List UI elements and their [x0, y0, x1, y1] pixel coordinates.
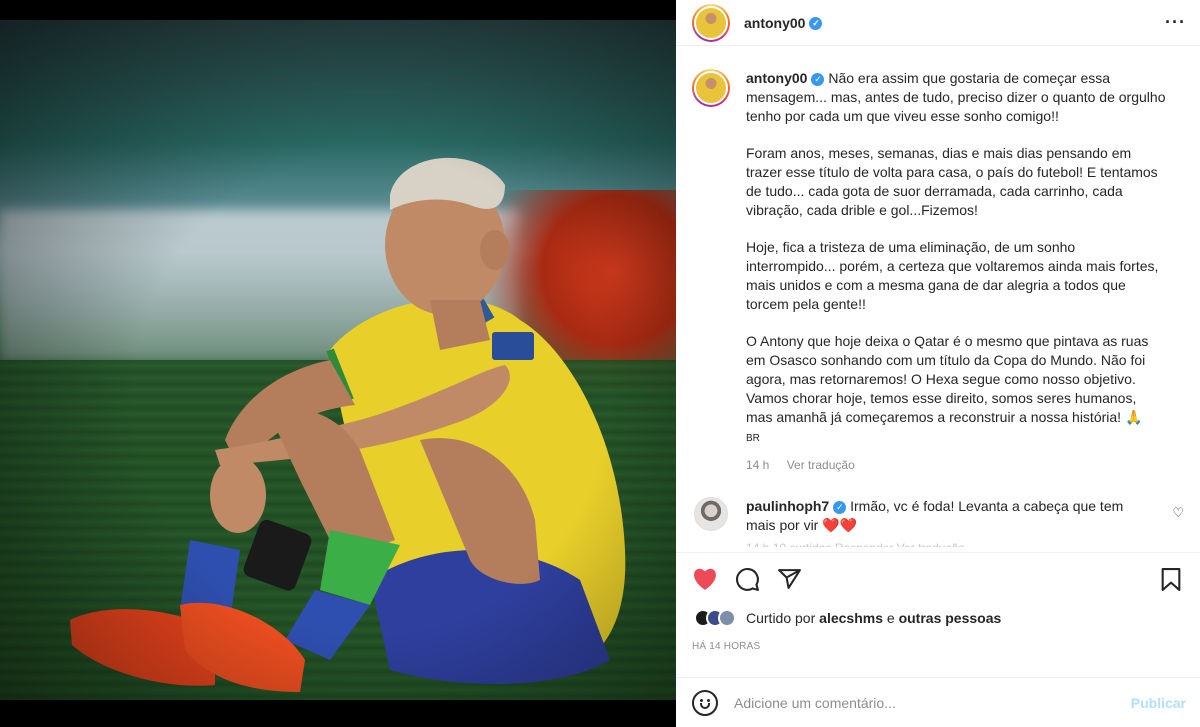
see-translation-link[interactable]: Ver tradução — [787, 458, 855, 472]
comment-item: paulinhoph7 ✓ Irmão, vc é foda! Levanta a… — [692, 497, 1184, 547]
verified-badge-icon: ✓ — [811, 72, 825, 86]
liked-by-line: Curtido por alecshms e outras pessoas — [692, 609, 1184, 627]
comment-input[interactable] — [734, 694, 1131, 711]
comment-text: paulinhoph7 ✓ Irmão, vc é foda! Levanta a… — [746, 497, 1146, 535]
caption-paragraph-4: O Antony que hoje deixa o Qatar é o mesm… — [746, 333, 1149, 425]
post-header: antony00 ✓ ··· — [676, 0, 1200, 46]
instagram-post-view: antony00 ✓ ··· antony00 ✓ Não era assim qu… — [0, 0, 1200, 727]
save-bookmark-icon[interactable] — [1158, 566, 1184, 592]
post-actions: Curtido por alecshms e outras pessoas HÁ… — [676, 552, 1200, 652]
commenter-avatar[interactable] — [694, 497, 728, 531]
post-side-panel: antony00 ✓ ··· antony00 ✓ Não era assim qu… — [676, 0, 1200, 727]
liked-user[interactable]: alecshms — [819, 610, 883, 626]
emoji-icon[interactable] — [692, 689, 718, 716]
verified-badge-icon: ✓ — [809, 17, 823, 31]
author-avatar[interactable] — [692, 3, 730, 42]
flag-tag: BR — [746, 433, 760, 444]
publish-button[interactable]: Publicar — [1131, 695, 1186, 711]
share-icon[interactable] — [776, 566, 802, 592]
liker-avatars[interactable] — [694, 609, 736, 627]
liked-join: e — [886, 610, 895, 626]
comment-meta: 14 h 10 curtidas Responder Ver tradução — [746, 541, 965, 547]
caption-text: antony00 ✓ Não era assim que gostaria de … — [746, 69, 1166, 497]
caption-time[interactable]: 14 h — [746, 458, 769, 472]
post-timestamp[interactable]: HÁ 14 HORAS — [692, 641, 1184, 652]
verified-badge-icon: ✓ — [833, 500, 847, 514]
caption-meta: 14 h Ver tradução — [746, 456, 1166, 475]
author-username[interactable]: antony00 ✓ — [744, 15, 823, 31]
post-photo[interactable] — [0, 20, 676, 700]
action-icons — [692, 553, 1184, 605]
comment-like-heart-icon[interactable]: ♡ — [1172, 505, 1184, 521]
more-options-icon[interactable]: ··· — [1165, 12, 1186, 33]
like-heart-icon[interactable] — [692, 566, 718, 592]
caption-paragraph-1: Não era assim que gostaria de começar es… — [746, 70, 1166, 124]
caption-block: antony00 ✓ Não era assim que gostaria de … — [692, 69, 1184, 497]
comment-icon[interactable] — [734, 566, 760, 592]
caption-paragraph-2: Foram anos, meses, semanas, dias e mais … — [746, 145, 1158, 218]
commenter-username[interactable]: paulinhoph7 — [746, 498, 829, 514]
caption-username[interactable]: antony00 — [746, 70, 807, 86]
author-username-text[interactable]: antony00 — [744, 15, 805, 31]
liked-others[interactable]: outras pessoas — [899, 610, 1002, 626]
liked-prefix: Curtido por — [746, 610, 816, 626]
comments-section[interactable]: antony00 ✓ Não era assim que gostaria de … — [676, 56, 1200, 550]
add-comment-bar: Publicar — [676, 677, 1200, 727]
caption-avatar[interactable] — [692, 69, 730, 107]
caption-paragraph-3: Hoje, fica a tristeza de uma eliminação,… — [746, 239, 1159, 312]
photo-vignette — [0, 20, 676, 700]
